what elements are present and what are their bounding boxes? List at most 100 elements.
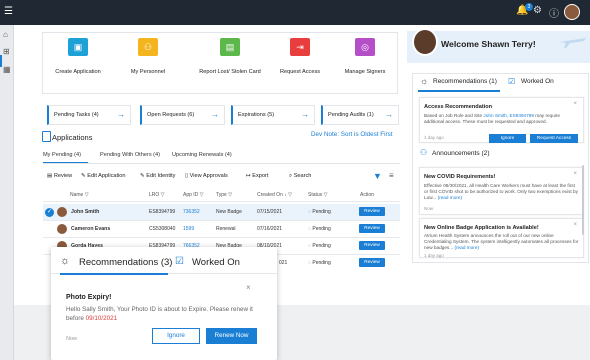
tile-label: Manage Signers [344, 69, 386, 75]
review-button[interactable]: Review [359, 207, 385, 216]
search-label: Search [293, 173, 312, 179]
row-app-id[interactable]: 736352 [183, 209, 200, 215]
tab-worked-on[interactable]: Worked On [192, 257, 240, 268]
avatar [57, 224, 67, 234]
arrow-right-icon: → [385, 110, 393, 119]
col-status[interactable]: Status ▽ [308, 192, 327, 198]
edit-identity-button[interactable]: ✎ Edit Identity [140, 173, 175, 179]
filter-icon[interactable]: ▼ [373, 171, 382, 181]
tile-create-application[interactable]: ▣ Create Application [53, 38, 103, 75]
read-more-link[interactable]: (read more) [438, 195, 463, 200]
open-requests-card[interactable]: Open Requests (6) → [140, 105, 225, 125]
card-time: Now [424, 206, 434, 211]
col-created[interactable]: Created On ↓ ▽ [257, 192, 292, 198]
row-status: ◌ Pending [308, 260, 331, 266]
home-icon[interactable]: ⌂ [3, 30, 8, 39]
pending-icon: ◌ [308, 243, 311, 249]
tab-recommendations[interactable]: Recommendations (3) [79, 257, 172, 268]
export-button[interactable]: ↦ Export [246, 173, 268, 179]
view-approvals-label: View Approvals [189, 173, 228, 179]
avatar [57, 207, 67, 217]
tile-report-lost-card[interactable]: ▤ Report Lost/ Stolen Card [191, 38, 269, 75]
door-icon: ⇥ [290, 38, 310, 56]
divider [43, 163, 400, 164]
row-lro: CS5308040 [149, 226, 176, 232]
review-button[interactable]: Review [359, 258, 385, 267]
search-button[interactable]: ⌕ Search [289, 173, 311, 180]
tile-request-access[interactable]: ⇥ Request Access [271, 38, 329, 75]
checklist-icon: ☑ [175, 256, 184, 267]
col-label: LRO [149, 192, 160, 198]
body-text: Based on Job Role and Site [424, 113, 484, 118]
pending-tasks-card[interactable]: Pending Tasks (4) → [47, 105, 131, 125]
tab-pending-with-others[interactable]: Pending With Others (4) [100, 152, 160, 158]
col-name[interactable]: Name ▽ [70, 192, 89, 198]
checkmark-icon[interactable]: ✓ [45, 208, 54, 217]
close-icon[interactable]: × [246, 283, 251, 292]
menu-icon[interactable]: ≡ [389, 171, 394, 180]
row-app-id[interactable]: 1599 [183, 226, 194, 232]
arrow-right-icon: → [211, 110, 219, 119]
tile-my-personnel[interactable]: ⚇ My Personnel [123, 38, 173, 75]
popup-heading: Photo Expiry! [66, 294, 112, 301]
ignore-button[interactable]: Ignore [152, 328, 200, 344]
review-button[interactable]: Review [359, 224, 385, 233]
applications-icon [42, 131, 51, 142]
close-icon[interactable]: × [573, 222, 577, 228]
tab-worked-on[interactable]: Worked On [521, 78, 554, 85]
ignore-button[interactable]: Ignore [489, 134, 526, 143]
org-chart-icon[interactable]: ⊞ [3, 47, 10, 56]
view-approvals-button[interactable]: ▯ View Approvals [185, 173, 228, 179]
card-time: 1 day ago [424, 135, 444, 140]
user-link[interactable]: John Smith, ES8394799 [483, 113, 534, 118]
tile-manage-signers[interactable]: ◎ Manage Signers [336, 38, 394, 75]
scrollbar[interactable] [582, 165, 584, 235]
user-avatar[interactable] [564, 4, 580, 20]
card-icon: ▤ [220, 38, 240, 56]
left-nav: ⌂ ⊞ ▦ [0, 25, 14, 360]
request-access-button[interactable]: Request Access [530, 134, 578, 143]
edit-application-button[interactable]: ✎ Edit Application [81, 173, 126, 179]
document-plus-icon: ▣ [68, 38, 88, 56]
gear-icon[interactable]: ⚙ [533, 5, 542, 16]
review-button[interactable]: Review [359, 241, 385, 250]
tab-upcoming-renewals[interactable]: Upcoming Renewals (4) [172, 152, 232, 158]
dev-note: Dev Note: Sort is Oldest First [311, 131, 393, 138]
grid-icon[interactable]: ▦ [3, 65, 11, 74]
col-app-id[interactable]: App ID ▽ [183, 192, 204, 198]
tile-label: Report Lost/ Stolen Card [199, 69, 261, 75]
expirations-card[interactable]: Expirations (5) → [231, 105, 315, 125]
row-name: John Smith [71, 209, 100, 215]
card-body: Atrium Health System announces the roll … [424, 233, 580, 252]
row-lro: ES8394799 [149, 209, 176, 215]
quick-actions-panel: ▣ Create Application ⚇ My Personnel ▤ Re… [42, 32, 398, 94]
col-label: Type [216, 192, 227, 198]
announcements-title: Announcements (2) [432, 150, 490, 157]
expiry-date: 09/10/2021 [85, 315, 118, 322]
airplane-icon [560, 38, 586, 48]
status-label: Pending [312, 226, 331, 232]
card-time: 1 day ago [424, 253, 444, 258]
hamburger-menu-icon[interactable]: ☰ [4, 6, 13, 17]
checklist-icon: ☑ [508, 77, 516, 86]
applications-title: Applications [52, 133, 93, 142]
row-created: 07/15/2021 [257, 209, 283, 215]
tab-recommendations[interactable]: Recommendations (1) [433, 78, 497, 85]
close-icon[interactable]: × [573, 101, 577, 107]
card-title: New COVID Requirements! [424, 174, 496, 180]
renew-now-button[interactable]: Renew Now [206, 328, 257, 344]
pending-audits-card[interactable]: Pending Audits (1) → [321, 105, 399, 125]
help-icon[interactable]: ⓘ [549, 5, 559, 20]
review-button[interactable]: ▤ Review [47, 173, 72, 179]
read-more-link[interactable]: (read more) [455, 245, 480, 250]
col-label: Created On [257, 192, 283, 198]
tab-my-pending[interactable]: My Pending (4) [43, 152, 81, 158]
col-lro[interactable]: LRO ▽ [149, 192, 165, 198]
popup-message: Hello Sally Smith, Your Photo ID is abou… [66, 305, 266, 323]
pending-label: Expirations (5) [238, 112, 275, 118]
row-name: Cameron Evans [71, 226, 111, 232]
close-icon[interactable]: × [573, 171, 577, 177]
col-type[interactable]: Type ▽ [216, 192, 232, 198]
status-label: Pending [312, 209, 331, 215]
row-status: ◌ Pending [308, 226, 331, 232]
